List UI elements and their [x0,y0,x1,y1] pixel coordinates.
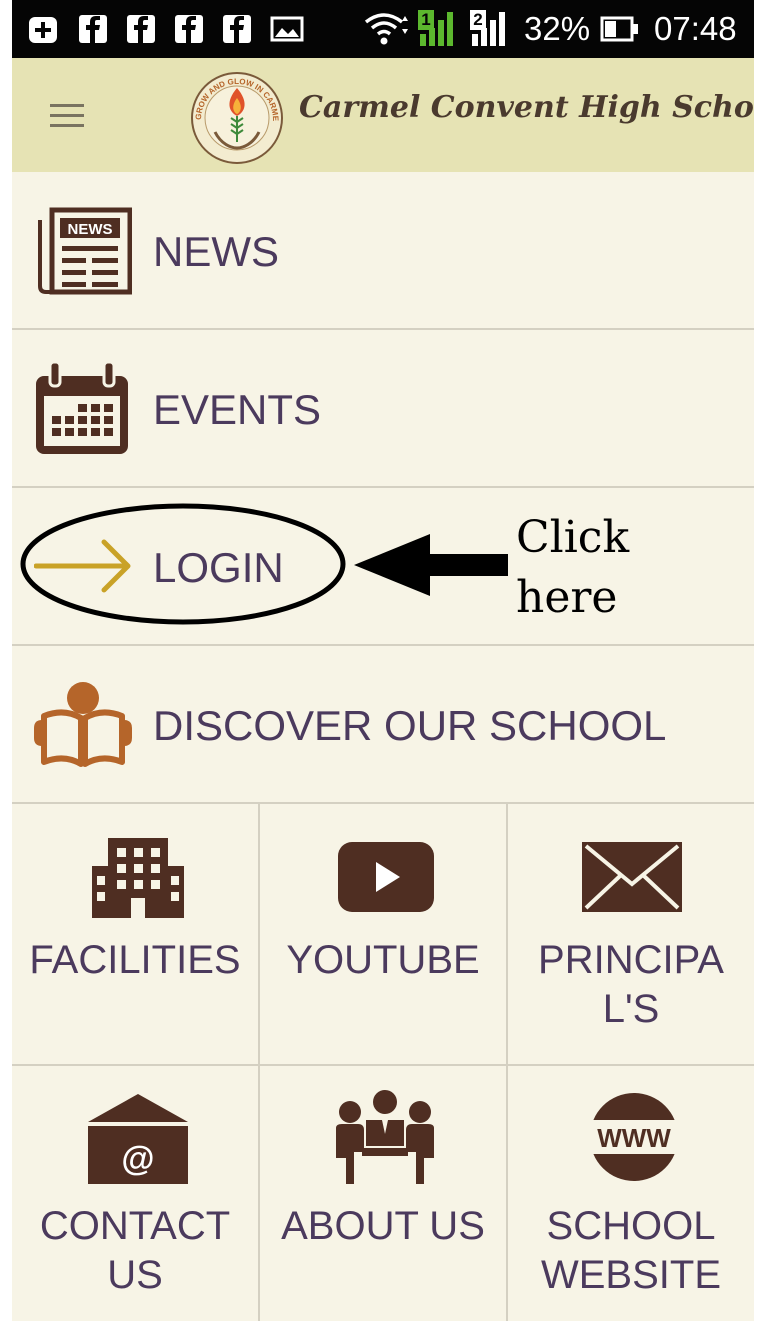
school-logo: GROW AND GLOW IN CARMEL [185,70,283,164]
facebook-icon [79,15,107,43]
annotation-ellipse [20,503,346,625]
tile-principals[interactable]: PRINCIPAL'S [508,802,754,1066]
menu-line-icon [50,104,84,107]
www-globe-icon: WWW [590,1093,678,1181]
building-icon [92,838,184,918]
calendar-icon [36,360,128,454]
wifi-icon [364,13,408,45]
image-icon [270,16,304,42]
facebook-icon [223,15,251,43]
annotation-text-line1: Click [516,512,630,563]
sim2-signal-icon: 2 [470,8,514,48]
plus-box-icon [29,17,57,43]
menu-item-discover-our-school[interactable]: DISCOVER OUR SCHOOL [12,646,754,804]
battery-percent: 32% [524,10,591,47]
app-bar: GROW AND GLOW IN CARMEL Carmel Convent H… [12,58,754,172]
sim1-signal-icon: 1 [418,8,462,48]
facebook-icon [175,15,203,43]
menu-item-news[interactable]: NEWS NEWS [12,172,754,330]
tile-school-website[interactable]: WWW SCHOOL WEBSITE [508,1066,754,1321]
menu-item-events[interactable]: EVENTS [12,330,754,488]
status-bar: 1 2 32% 07:48 [12,0,754,58]
envelope-icon [582,842,682,912]
tile-label: PRINCIPAL'S [538,938,724,1031]
hamburger-menu-button[interactable] [42,92,92,138]
battery-icon [600,16,638,42]
contact-envelope-icon: @ [88,1094,188,1184]
quick-links-grid: FACILITIES YOUTUBE PRINCIPAL'S @ CONTACT… [12,802,754,1321]
tile-label: ABOUT US [281,1204,485,1248]
app-title: Carmel Convent High School [299,90,754,125]
tile-facilities[interactable]: FACILITIES [12,802,260,1066]
menu-item-label: NEWS [153,228,279,275]
annotation-arrow-icon [354,534,508,596]
newspaper-icon: NEWS [38,207,132,295]
at-symbol: @ [121,1140,154,1178]
tile-about-us[interactable]: ABOUT US [260,1066,508,1321]
menu-item-label: DISCOVER OUR SCHOOL [153,702,667,749]
tile-youtube[interactable]: YOUTUBE [260,802,508,1066]
menu-line-icon [50,114,84,117]
tile-label: SCHOOL WEBSITE [540,1204,722,1297]
annotation-text-line2: here [516,572,618,623]
meeting-people-icon [336,1090,434,1184]
news-badge-text: NEWS [68,221,113,238]
youtube-play-icon [338,842,434,912]
tile-label: YOUTUBE [286,938,480,982]
tile-label: FACILITIES [29,938,241,982]
app-screen: 1 2 32% 07:48 GROW AND GLOW IN CARME Car… [12,0,754,1321]
menu-line-icon [50,124,84,127]
tile-contact-us[interactable]: @ CONTACT US [12,1066,260,1321]
tile-label: CONTACT US [39,1204,231,1297]
reading-book-icon [34,682,132,767]
clock: 07:48 [654,10,737,47]
www-text: WWW [597,1123,671,1153]
menu-item-label: EVENTS [153,386,322,433]
facebook-icon [127,15,155,43]
